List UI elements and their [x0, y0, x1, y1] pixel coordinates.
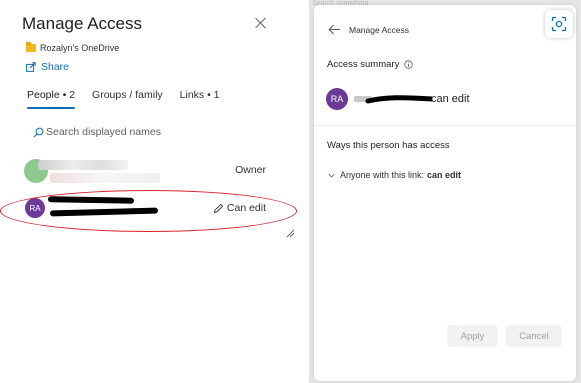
resize-icon[interactable] — [286, 229, 295, 238]
redacted-name — [354, 95, 432, 104]
ways-heading: Ways this person has access — [327, 140, 450, 151]
manage-access-panel: Manage Access Rozalyn's OneDrive Share P… — [0, 0, 308, 383]
scan-icon — [551, 16, 567, 32]
share-button[interactable]: Share — [26, 61, 69, 73]
blurred-email — [50, 173, 160, 183]
drive-label: Rozalyn's OneDrive — [26, 42, 120, 53]
folder-icon — [26, 42, 36, 52]
search-placeholder: Search displayed names — [46, 126, 161, 138]
owner-role: Owner — [235, 164, 266, 176]
blurred-name — [38, 160, 128, 170]
highlight-annotation — [0, 190, 297, 232]
avatar: RA — [326, 88, 348, 110]
people-row-owner: Owner — [22, 155, 272, 185]
dialog-title: Manage Access — [349, 25, 410, 35]
tab-bar: People • 2 Groups / family Links • 1 — [27, 89, 237, 109]
apply-button[interactable]: Apply — [447, 325, 498, 347]
search-input[interactable]: Search displayed names — [33, 126, 161, 138]
tab-links[interactable]: Links • 1 — [180, 89, 220, 107]
tab-groups-family[interactable]: Groups / family — [92, 89, 163, 107]
back-icon[interactable] — [328, 24, 341, 35]
access-link-permission: can edit — [427, 170, 462, 180]
cancel-button[interactable]: Cancel — [506, 325, 562, 347]
chevron-down-icon — [328, 173, 335, 178]
panel-title: Manage Access — [22, 14, 143, 33]
access-link-item[interactable]: Anyone with this link: can edit — [328, 170, 461, 180]
permission-text: can edit — [431, 93, 470, 105]
drive-name: Rozalyn's OneDrive — [40, 43, 120, 53]
share-label: Share — [41, 61, 70, 73]
tab-people[interactable]: People • 2 — [27, 89, 76, 109]
info-icon[interactable] — [404, 60, 414, 69]
access-summary-label: Access summary — [327, 59, 400, 70]
search-icon — [33, 127, 44, 137]
close-icon[interactable] — [255, 17, 267, 29]
access-summary: Access summary — [327, 59, 414, 70]
access-link-text: Anyone with this link: — [340, 170, 425, 180]
divider — [314, 125, 576, 126]
scan-button[interactable] — [545, 10, 573, 38]
share-icon — [26, 62, 36, 72]
